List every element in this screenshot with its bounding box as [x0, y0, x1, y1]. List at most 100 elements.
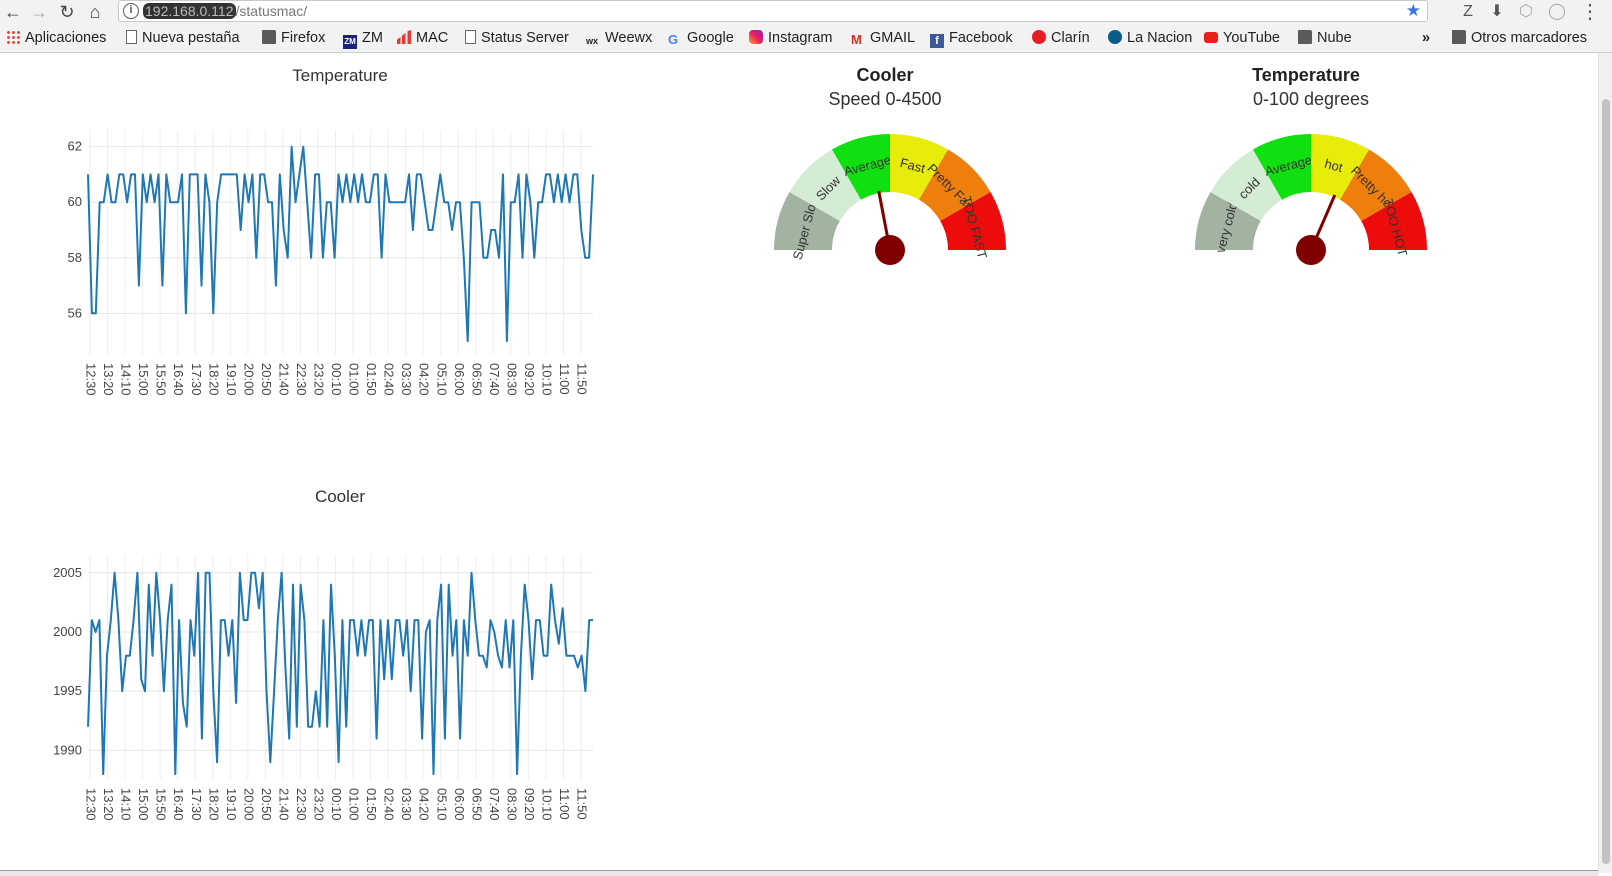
bookmark-nube[interactable]: Nube [1298, 28, 1352, 48]
menu-icon[interactable]: ⋮ [1580, 1, 1600, 23]
bookmark-instagram[interactable]: Instagram [749, 28, 832, 48]
la-nacion-icon [1108, 30, 1122, 44]
bookmark-gmail[interactable]: M GMAIL [851, 28, 915, 48]
temperature-chart-title: Temperature [292, 66, 388, 85]
page-icon [465, 30, 476, 44]
temperature-x-tick-label: 12:30 [84, 363, 99, 396]
home-icon[interactable]: ⌂ [84, 1, 106, 23]
cooler-x-tick-label: 19:10 [224, 788, 239, 821]
temperature-y-tick-label: 56 [68, 305, 82, 320]
bookmark-aplicaciones[interactable]: Aplicaciones [6, 28, 106, 48]
temperature-x-tick-label: 22:30 [294, 363, 309, 396]
extension-icon[interactable]: ⬡ [1518, 1, 1534, 23]
temperature-x-tick-label: 09:20 [522, 363, 537, 396]
temperature-x-tick-label: 18:20 [206, 363, 221, 396]
url-text[interactable]: 192.168.0.112/statusmac/ [143, 3, 307, 19]
temperature-x-tick-label: 06:00 [452, 363, 467, 396]
temperature-x-tick-label: 11:00 [557, 363, 572, 395]
folder-icon [1298, 30, 1312, 44]
cooler-x-tick-label: 20:50 [259, 788, 274, 821]
temperature-x-tick-label: 06:50 [469, 363, 484, 396]
cooler-y-tick-label: 1990 [53, 742, 82, 757]
download-icon[interactable]: ⬇ [1489, 1, 1505, 23]
temperature-x-tick-label: 01:00 [347, 363, 362, 396]
bookmark-firefox[interactable]: Firefox [262, 28, 325, 48]
folder-icon [262, 30, 276, 44]
apps-grid-icon [6, 30, 20, 44]
bookmarks-overflow-button[interactable]: » [1422, 28, 1430, 48]
scrollbar-thumb[interactable] [1602, 99, 1610, 864]
temperature-x-tick-label: 17:30 [189, 363, 204, 396]
cooler-x-tick-label: 01:00 [347, 788, 362, 821]
cooler-x-tick-label: 11:50 [575, 788, 590, 820]
weewx-icon: wx [586, 36, 599, 46]
cooler-chart-title: Cooler [314, 487, 366, 506]
cooler-x-tick-label: 04:20 [417, 788, 432, 821]
temperature-x-tick-label: 20:00 [241, 363, 256, 396]
bookmarks-bar: Aplicaciones Nueva pestaña Firefox ZM ZM … [0, 24, 1612, 53]
bar-chart-icon [397, 30, 411, 44]
bookmark-facebook[interactable]: f Facebook [930, 28, 1013, 48]
info-icon[interactable]: i [123, 3, 139, 19]
zotero-icon[interactable]: Z [1460, 1, 1476, 23]
temperature-gauge-needle-hub [1296, 235, 1326, 265]
temperature-x-tick-label: 01:50 [364, 363, 379, 396]
cooler-line-chart: 1990 1995 2000 2005 12:30 13:20 14:10 15:00 15:5… [53, 555, 593, 821]
page-icon [126, 30, 137, 44]
temperature-y-tick-label: 58 [68, 250, 82, 265]
facebook-icon: f [930, 34, 944, 48]
bookmark-youtube[interactable]: YouTube [1204, 28, 1280, 48]
clarin-icon [1032, 30, 1046, 44]
star-bookmark-icon[interactable]: ★ [1406, 1, 1421, 21]
bookmark-google[interactable]: G Google [668, 28, 734, 48]
bookmark-mac[interactable]: MAC [397, 28, 448, 48]
temperature-x-tick-label: 15:50 [154, 363, 169, 396]
url-host: 192.168.0.112 [143, 3, 236, 19]
cooler-gauge-title: Cooler [856, 65, 914, 85]
bookmark-clarin[interactable]: Clarín [1032, 28, 1090, 48]
cooler-y-tick-label: 1995 [53, 683, 82, 698]
temperature-x-tick-label: 20:50 [259, 363, 274, 396]
vertical-scrollbar[interactable] [1598, 53, 1612, 873]
extension-icon-2[interactable]: ◯ [1548, 1, 1566, 23]
cooler-x-tick-label: 10:10 [539, 788, 554, 821]
bookmark-otros-marcadores[interactable]: Otros marcadores [1452, 28, 1587, 48]
temperature-x-tick-label: 07:40 [487, 363, 502, 396]
temperature-x-tick-label: 00:10 [329, 363, 344, 396]
bookmark-zm[interactable]: ZM ZM [343, 28, 383, 49]
temperature-x-tick-label: 15:00 [136, 363, 151, 396]
cooler-x-tick-label: 20:00 [241, 788, 256, 821]
zm-icon: ZM [343, 35, 357, 49]
bookmark-nueva-pestana[interactable]: Nueva pestaña [126, 28, 240, 48]
cooler-x-tick-label: 17:30 [189, 788, 204, 821]
cooler-x-tick-label: 12:30 [84, 788, 99, 821]
reload-icon[interactable]: ↻ [56, 1, 78, 23]
url-path: /statusmac/ [235, 3, 308, 19]
cooler-x-tick-label: 13:20 [101, 788, 116, 821]
temperature-x-tick-label: 23:20 [312, 363, 327, 396]
google-icon: G [668, 32, 679, 47]
temperature-x-tick-label: 05:10 [434, 363, 449, 396]
cooler-x-tick-label: 02:40 [382, 788, 397, 821]
cooler-x-tick-label: 07:40 [487, 788, 502, 821]
temperature-gauge-subtitle: 0-100 degrees [1252, 89, 1370, 109]
cooler-x-tick-label: 15:50 [154, 788, 169, 821]
temperature-x-tick-label: 08:30 [504, 363, 519, 396]
temperature-x-tick-label: 21:40 [276, 363, 291, 396]
cooler-x-tick-label: 21:40 [276, 788, 291, 821]
cooler-x-tick-label: 01:50 [364, 788, 379, 821]
temperature-x-tick-label: 03:30 [399, 363, 414, 396]
back-arrow-icon[interactable]: ← [2, 1, 24, 23]
cooler-series-line [87, 571, 593, 776]
bookmark-la-nacion[interactable]: La Nacion [1108, 28, 1192, 48]
bookmark-status-server[interactable]: Status Server [465, 28, 569, 48]
bookmark-weewx[interactable]: wx Weewx [586, 28, 652, 48]
gmail-icon: M [851, 32, 862, 47]
forward-arrow-icon[interactable]: → [28, 1, 50, 23]
cooler-x-tick-label: 00:10 [329, 788, 344, 821]
temperature-x-tick-label: 04:20 [417, 363, 432, 396]
cooler-x-tick-label: 16:40 [171, 788, 186, 821]
cooler-gauge-subtitle: Speed 0-4500 [828, 89, 942, 109]
address-bar[interactable]: i 192.168.0.112/statusmac/ ★ [118, 0, 1428, 22]
temperature-gauge: very coldcoldAverage hot Pretty hotTOO HOT [1195, 134, 1427, 265]
